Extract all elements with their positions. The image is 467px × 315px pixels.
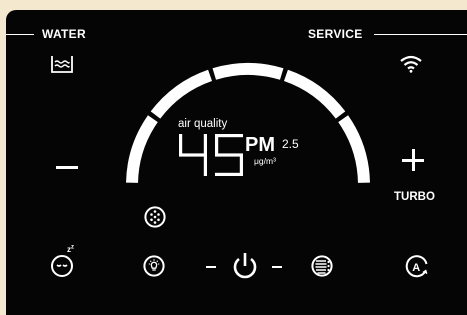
minus-icon [56, 166, 78, 169]
arc-segment [212, 62, 284, 80]
reading-digit [215, 134, 243, 176]
pm-label: PM [245, 134, 275, 156]
sleep-mode-icon[interactable]: z z [51, 244, 77, 278]
power-button[interactable] [206, 252, 284, 282]
pm-subscript: 2.5 [282, 137, 299, 151]
humidity-drops-icon[interactable] [144, 206, 166, 228]
arc-segment [126, 115, 158, 183]
decrease-button[interactable] [56, 158, 82, 178]
pm25-reading-display [179, 134, 243, 176]
power-left-dash [206, 266, 216, 268]
auto-mode-icon[interactable]: A [404, 254, 430, 280]
svg-text:z: z [71, 245, 74, 251]
arc-segment [150, 69, 213, 119]
filter-icon[interactable] [311, 255, 333, 277]
arc-segment [283, 69, 346, 119]
control-panel: WATER SERVICE air quality PM 2.5 μg/m³ T… [6, 10, 467, 315]
turbo-plus-button[interactable] [402, 149, 426, 173]
light-bulb-icon[interactable] [143, 255, 165, 277]
turbo-label: TURBO [394, 191, 435, 203]
reading-digit [179, 134, 207, 176]
pm-unit: μg/m³ [254, 156, 276, 166]
arc-segment [338, 115, 370, 183]
air-quality-label: air quality [178, 118, 228, 130]
plus-icon-vertical [411, 149, 415, 171]
power-right-dash [272, 266, 282, 268]
power-icon [233, 253, 257, 279]
svg-text:A: A [412, 262, 420, 274]
